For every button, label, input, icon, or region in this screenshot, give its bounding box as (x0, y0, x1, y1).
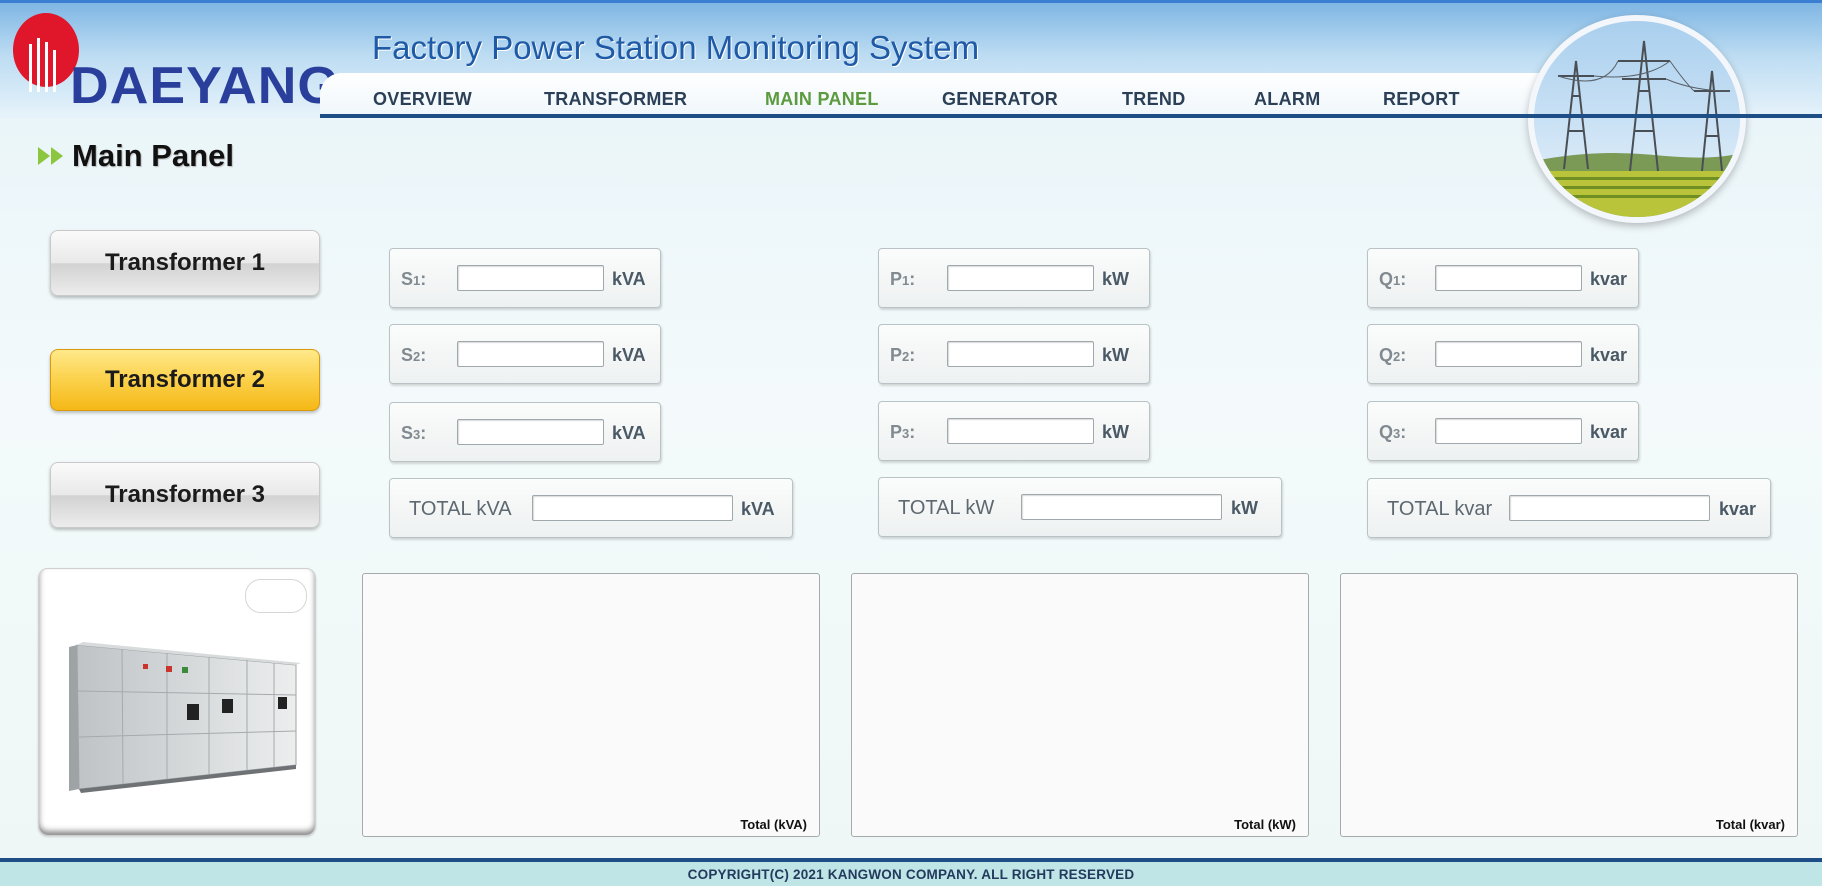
q2-unit: kvar (1590, 345, 1628, 365)
p2-label: P2: (890, 345, 916, 365)
s1-unit: kVA (612, 269, 646, 289)
s2-field[interactable] (457, 341, 604, 367)
total-kvar-chart-caption: Total (kvar) (1715, 817, 1785, 832)
total-kva-chart: Total (kVA) (362, 573, 820, 837)
app-title: Factory Power Station Monitoring System (372, 29, 980, 66)
p1-box: P1: kW (878, 248, 1150, 308)
nav-item-generator[interactable]: GENERATOR (942, 89, 1058, 110)
p3-label: P3: (890, 422, 916, 442)
q1-box: Q1: kvar (1367, 248, 1639, 308)
total-kva-box: TOTAL kVA kVA (389, 478, 793, 538)
copyright-text: COPYRIGHT(C) 2021 KANGWON COMPANY. ALL R… (687, 867, 1135, 882)
power-tower-image (1528, 15, 1746, 223)
total-kw-chart: Total (kW) (851, 573, 1309, 837)
total-kvar-field[interactable] (1509, 495, 1710, 521)
double-arrow-icon (38, 147, 63, 165)
power-tower-illustration (1534, 21, 1740, 217)
p2-field[interactable] (947, 341, 1094, 367)
header-divider (320, 114, 1822, 118)
main-nav: OVERVIEW TRANSFORMER MAIN PANEL GENERATO… (320, 73, 1550, 119)
total-kw-label: TOTAL kW (898, 497, 995, 519)
nav-item-trend[interactable]: TREND (1122, 89, 1186, 110)
s3-field[interactable] (457, 419, 604, 445)
p2-box: P2: kW (878, 324, 1150, 384)
q3-box: Q3: kvar (1367, 401, 1639, 461)
total-kva-label: TOTAL kVA (409, 498, 512, 520)
main-panel-photo (38, 568, 316, 836)
nav-item-report[interactable]: REPORT (1383, 89, 1460, 110)
transformer-2-button[interactable]: Transformer 2 (50, 349, 320, 411)
total-kvar-unit: kvar (1719, 499, 1757, 519)
q3-unit: kvar (1590, 422, 1628, 442)
switchboard-cabinet-illustration (69, 642, 301, 793)
total-kva-unit: kVA (741, 499, 775, 519)
transformer-3-button[interactable]: Transformer 3 (50, 462, 320, 528)
total-kvar-label: TOTAL kvar (1387, 498, 1493, 520)
nav-item-transformer[interactable]: TRANSFORMER (544, 89, 687, 110)
s3-unit: kVA (612, 423, 646, 443)
s2-label: S2: (401, 345, 427, 365)
q1-field[interactable] (1435, 265, 1582, 291)
footer: COPYRIGHT(C) 2021 KANGWON COMPANY. ALL R… (0, 858, 1822, 886)
q1-label: Q1: (1379, 269, 1407, 289)
p1-label: P1: (890, 269, 916, 289)
page-title: Main Panel (72, 138, 234, 173)
nav-item-main-panel[interactable]: MAIN PANEL (765, 89, 879, 110)
s3-box: S3: kVA (389, 402, 661, 462)
q3-label: Q3: (1379, 422, 1407, 442)
logo-text: DAEYANG (70, 57, 341, 115)
s1-label: S1: (401, 269, 427, 289)
s2-unit: kVA (612, 345, 646, 365)
p2-unit: kW (1102, 345, 1129, 365)
total-kvar-chart: Total (kvar) (1340, 573, 1798, 837)
total-kw-field[interactable] (1021, 494, 1222, 520)
q2-field[interactable] (1435, 341, 1582, 367)
total-kw-chart-caption: Total (kW) (1234, 817, 1296, 832)
s1-box: S1: kVA (389, 248, 661, 308)
q2-label: Q2: (1379, 345, 1407, 365)
p3-field[interactable] (947, 418, 1094, 444)
nav-item-overview[interactable]: OVERVIEW (373, 89, 472, 110)
header: DAEYANG Factory Power Station Monitoring… (0, 0, 1822, 223)
total-kw-unit: kW (1231, 498, 1258, 518)
p1-field[interactable] (947, 265, 1094, 291)
transformer-1-button[interactable]: Transformer 1 (50, 230, 320, 296)
q2-box: Q2: kvar (1367, 324, 1639, 384)
p1-unit: kW (1102, 269, 1129, 289)
total-kva-chart-caption: Total (kVA) (740, 817, 807, 832)
total-kw-box: TOTAL kW kW (878, 477, 1282, 537)
company-logo[interactable]: DAEYANG (12, 12, 339, 112)
q1-unit: kvar (1590, 269, 1628, 289)
p3-box: P3: kW (878, 401, 1150, 461)
q3-field[interactable] (1435, 418, 1582, 444)
total-kvar-box: TOTAL kvar kvar (1367, 478, 1771, 538)
s1-field[interactable] (457, 265, 604, 291)
s3-label: S3: (401, 423, 427, 443)
p3-unit: kW (1102, 422, 1129, 442)
total-kva-field[interactable] (532, 495, 733, 521)
nav-item-alarm[interactable]: ALARM (1254, 89, 1321, 110)
s2-box: S2: kVA (389, 324, 661, 384)
